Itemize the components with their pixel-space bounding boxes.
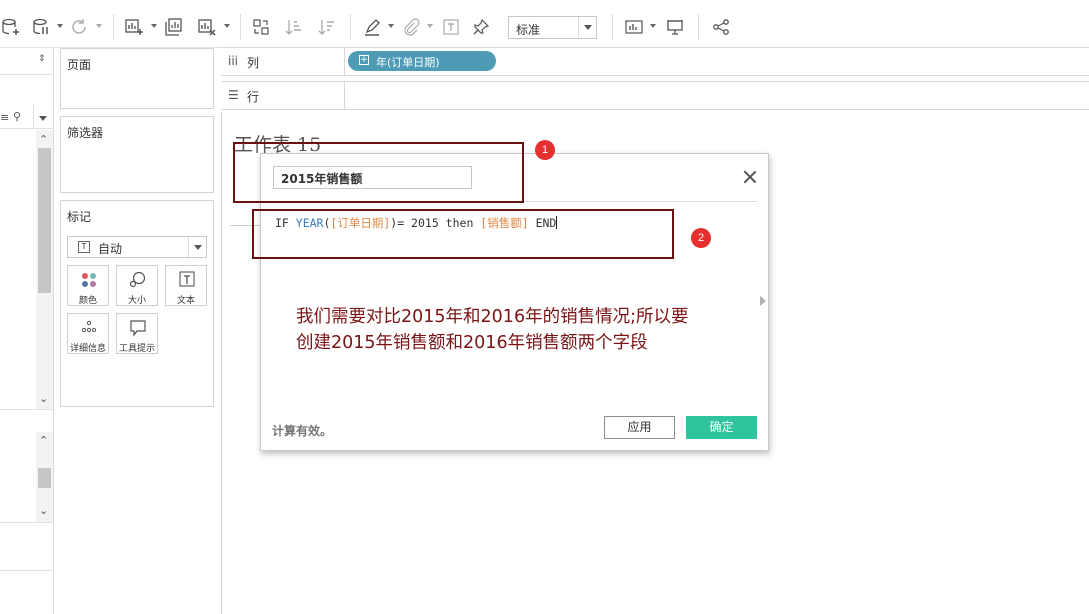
data-pane: ⇕ ≡ ⚲ ⌃ ⌄ ⌃ ⌄ — [0, 48, 54, 614]
scrollbar-thumb[interactable] — [38, 468, 51, 488]
show-labels-icon[interactable] — [440, 16, 462, 38]
new-worksheet-icon[interactable] — [123, 16, 145, 38]
mark-tooltip-label: 工具提示 — [118, 344, 155, 354]
chevron-down-icon[interactable] — [224, 24, 230, 28]
list-view-icon[interactable]: ≡ — [0, 111, 9, 124]
pin-icon[interactable] — [470, 16, 492, 38]
chevron-down-icon[interactable]: ⌄ — [39, 504, 48, 517]
chevron-right-icon[interactable] — [760, 296, 766, 306]
annotation-box-1 — [233, 142, 524, 203]
pause-updates-icon[interactable] — [30, 16, 52, 38]
pages-card[interactable]: 页面 — [60, 48, 214, 109]
chevron-down-icon[interactable]: ⌄ — [39, 392, 48, 405]
tooltip-icon — [130, 320, 146, 337]
highlight-icon[interactable] — [361, 16, 383, 38]
filters-card-title: 筛选器 — [67, 126, 104, 140]
search-icon[interactable]: ⚲ — [13, 110, 21, 123]
chevron-down-icon[interactable] — [151, 24, 157, 28]
chevron-up-icon[interactable]: ⌃ — [39, 434, 48, 447]
rows-shelf-label: ☰ 行 — [221, 82, 345, 109]
mark-tooltip-button[interactable]: 工具提示 — [116, 313, 158, 354]
annotation-badge-2: 2 — [691, 228, 711, 248]
duplicate-sheet-icon[interactable] — [163, 16, 185, 38]
annotation-box-2 — [252, 209, 674, 259]
mark-type-select[interactable]: T 自动 — [67, 236, 207, 258]
rows-icon: ☰ — [228, 88, 239, 102]
share-icon[interactable] — [710, 16, 732, 38]
text-mark-icon: T — [78, 241, 90, 253]
expand-plus-icon[interactable]: + — [359, 55, 369, 65]
chevron-down-icon — [188, 237, 206, 257]
mark-color-label: 颜色 — [78, 296, 97, 306]
chevron-down-icon[interactable] — [427, 24, 433, 28]
year-order-date-pill[interactable]: + 年(订单日期) — [348, 51, 496, 71]
mark-type-value: 自动 — [98, 242, 123, 256]
refresh-icon[interactable] — [68, 16, 90, 38]
pill-label: 年(订单日期) — [376, 56, 440, 69]
columns-label: 列 — [247, 56, 260, 70]
columns-icon: iii — [228, 54, 239, 68]
toolbar: 标准 — [0, 6, 1089, 48]
chevron-down-icon[interactable] — [650, 24, 656, 28]
chevron-down-icon[interactable] — [57, 24, 63, 28]
text-icon — [179, 271, 195, 287]
ok-button[interactable]: 确定 — [686, 416, 757, 439]
clear-sheet-icon[interactable] — [196, 16, 218, 38]
group-members-icon[interactable] — [400, 16, 422, 38]
show-me-icon[interactable] — [623, 16, 645, 38]
mark-size-button[interactable]: 大小 — [116, 265, 158, 306]
filters-card[interactable]: 筛选器 — [60, 116, 214, 193]
chevron-down-icon[interactable] — [388, 24, 394, 28]
annotation-text: 我们需要对比2015年和2016年的销售情况;所以要 创建2015年销售额和20… — [296, 304, 736, 356]
marks-card-title: 标记 — [67, 210, 92, 224]
mark-text-label: 文本 — [176, 296, 195, 306]
chevron-down-icon — [578, 17, 596, 38]
mark-color-button[interactable]: 颜色 — [67, 265, 109, 306]
calc-status: 计算有效。 — [272, 424, 333, 438]
chevron-up-icon[interactable]: ⌃ — [39, 133, 48, 146]
columns-shelf[interactable]: iii 列 + 年(订单日期) — [221, 47, 1089, 76]
mark-detail-button[interactable]: 详细信息 — [67, 313, 109, 354]
annotation-badge-1: 1 — [535, 140, 555, 160]
chevron-down-icon[interactable] — [39, 116, 47, 121]
sort-descending-icon[interactable] — [316, 16, 338, 38]
detail-icon — [81, 320, 97, 333]
pages-card-title: 页面 — [67, 58, 92, 72]
apply-button[interactable]: 应用 — [604, 416, 675, 439]
mark-size-label: 大小 — [127, 296, 146, 306]
swap-rows-columns-icon[interactable] — [250, 16, 272, 38]
rows-label: 行 — [247, 90, 260, 104]
view-size-value: 标准 — [516, 23, 541, 37]
new-datasource-icon[interactable] — [0, 16, 22, 38]
columns-shelf-label: iii 列 — [221, 48, 345, 75]
view-size-select[interactable]: 标准 — [508, 16, 597, 39]
mark-text-button[interactable]: 文本 — [165, 265, 207, 306]
mark-detail-label: 详细信息 — [69, 344, 106, 354]
rows-shelf[interactable]: ☰ 行 — [221, 81, 1089, 110]
sort-arrows-icon[interactable]: ⇕ — [38, 54, 46, 64]
size-icon — [129, 271, 146, 288]
annotation-line-1: 我们需要对比2015年和2016年的销售情况;所以要 — [296, 307, 689, 327]
marks-card: 标记 T 自动 颜色 大小 文本 详细信息 工具提示 — [60, 200, 214, 407]
scrollbar-thumb[interactable] — [38, 148, 51, 293]
presentation-mode-icon[interactable] — [664, 16, 686, 38]
annotation-line-2: 创建2015年销售额和2016年销售额两个字段 — [296, 333, 648, 353]
sort-ascending-icon[interactable] — [283, 16, 305, 38]
close-icon[interactable] — [743, 170, 757, 184]
chevron-down-icon[interactable] — [96, 24, 102, 28]
color-icon — [82, 273, 96, 287]
